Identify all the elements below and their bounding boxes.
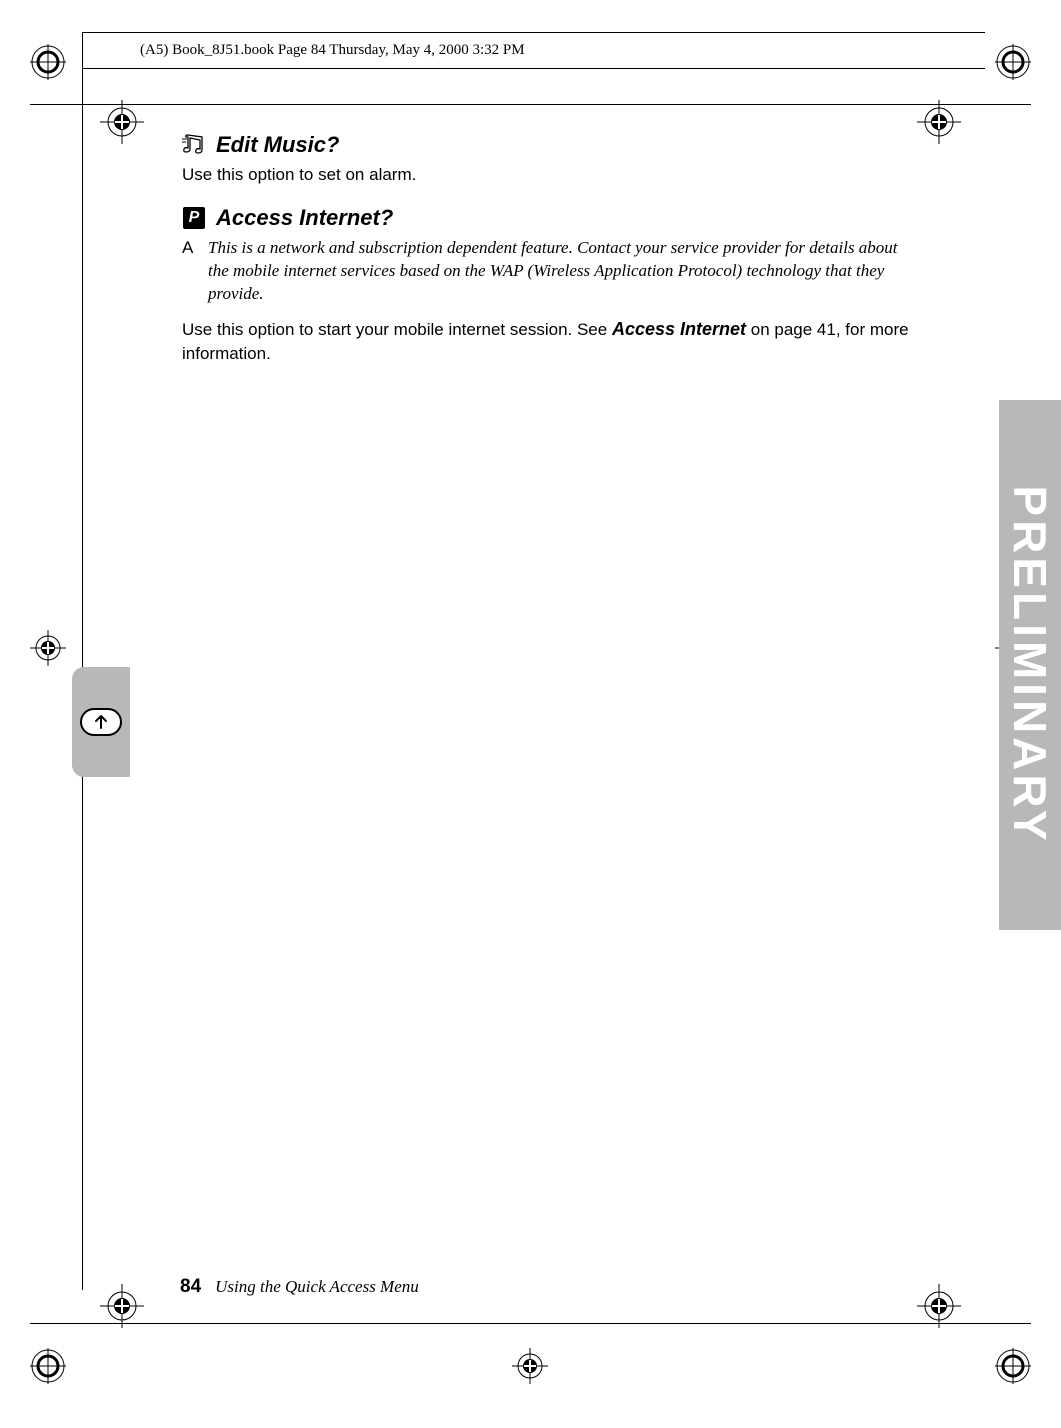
up-arrow-icon — [80, 708, 122, 736]
section-title-edit-music: Edit Music? — [180, 132, 920, 158]
note-text: This is a network and subscription depen… — [208, 237, 920, 306]
page-number: 84 — [180, 1276, 201, 1298]
registration-mark-icon — [30, 1348, 66, 1384]
note-marker: A — [182, 237, 198, 306]
internet-body: Use this option to start your mobile int… — [182, 316, 920, 367]
body-link: Access Internet — [612, 319, 746, 339]
frame-line — [82, 68, 985, 69]
registration-mark-icon — [30, 44, 66, 80]
frame-line — [82, 32, 83, 1290]
registration-mark-icon — [995, 1348, 1031, 1384]
crosshair-mark-icon — [100, 100, 144, 144]
registration-mark-icon — [512, 1348, 548, 1384]
frame-line — [82, 32, 985, 33]
registration-mark-icon — [995, 44, 1031, 80]
body-pre: Use this option to start your mobile int… — [182, 320, 612, 339]
frame-line — [30, 1323, 1031, 1324]
music-notes-icon — [180, 133, 208, 157]
edit-music-body: Use this option to set on alarm. — [182, 164, 920, 187]
preliminary-side-tab: PRELIMINARY — [999, 400, 1061, 930]
chapter-title: Using the Quick Access Menu — [215, 1277, 419, 1297]
internet-note: A This is a network and subscription dep… — [182, 237, 920, 306]
page-content: Edit Music? Use this option to set on al… — [180, 132, 920, 367]
frame-line — [30, 104, 1031, 105]
crosshair-mark-icon — [917, 1284, 961, 1328]
side-tab-label: PRELIMINARY — [1003, 485, 1057, 844]
header-file-info: (A5) Book_8J51.book Page 84 Thursday, Ma… — [140, 42, 525, 59]
page-footer: 84 Using the Quick Access Menu — [180, 1276, 419, 1298]
nav-up-tab — [72, 667, 130, 777]
crosshair-mark-icon — [100, 1284, 144, 1328]
section-title-text: Access Internet? — [216, 205, 393, 231]
crosshair-mark-icon — [917, 100, 961, 144]
section-title-access-internet: P Access Internet? — [180, 205, 920, 231]
section-title-text: Edit Music? — [216, 132, 339, 158]
registration-mark-icon — [30, 630, 66, 666]
internet-p-icon: P — [180, 206, 208, 230]
